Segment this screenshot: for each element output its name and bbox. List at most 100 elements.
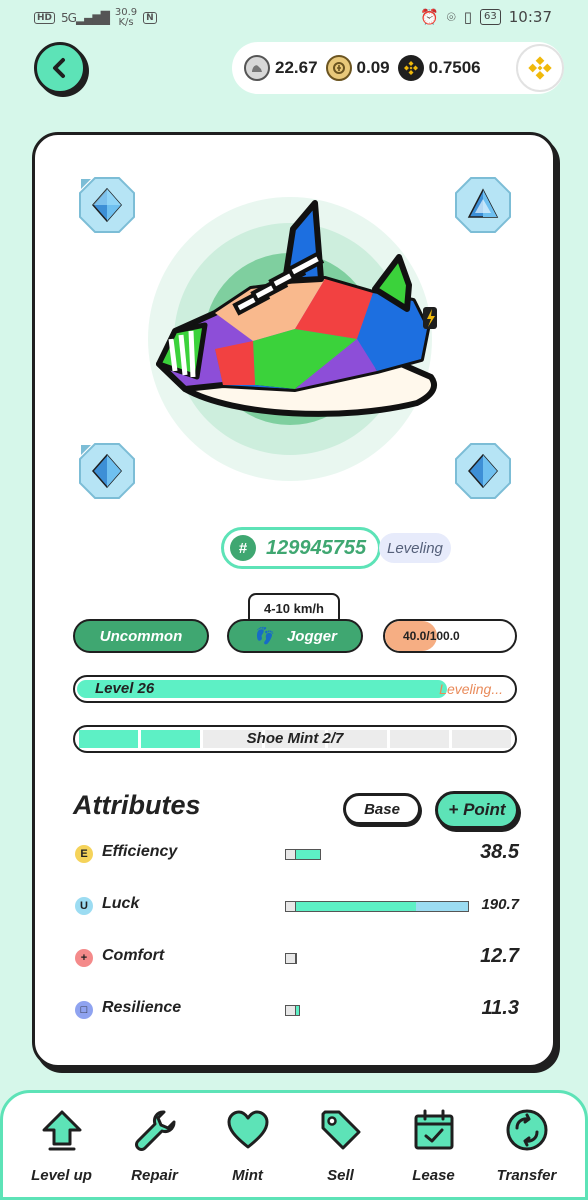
network-speed: 30.9 K/s: [115, 8, 137, 28]
gem-slot-resilience[interactable]: [453, 441, 513, 501]
attribute-bar-added: [296, 902, 416, 911]
gmt-value: 0.09: [356, 58, 390, 77]
attribute-name: Comfort: [102, 947, 165, 964]
gem-slot-luck[interactable]: [453, 175, 513, 235]
gem-socket-icon: [455, 443, 511, 499]
clock: 10:37: [508, 8, 552, 26]
attribute-value: 38.5: [480, 841, 519, 863]
gst-balance: 22.67: [244, 55, 318, 81]
transfer-icon: [504, 1107, 550, 1153]
gem-socket-icon: [79, 443, 135, 499]
attribute-value: 12.7: [480, 945, 519, 967]
attribute-bar-base: [286, 1006, 296, 1015]
mint-label: Shoe Mint 2/7: [246, 730, 344, 747]
type-badge: 👣 Jogger: [227, 619, 363, 653]
gmt-balance: 0.09: [325, 55, 390, 81]
wallet-bnb-button[interactable]: [516, 44, 564, 92]
luck-icon: U: [75, 897, 93, 915]
status-bar: HD 5G▂▄▆█ 30.9 K/s N ⏰ ⌾ ▯ 63 10:37: [0, 0, 588, 36]
hash-icon: #: [230, 535, 256, 561]
add-point-button[interactable]: + Point: [435, 791, 519, 829]
tag-icon: [318, 1107, 364, 1153]
attribute-bar: [285, 901, 469, 912]
gem-socket-icon: [455, 177, 511, 233]
attribute-value: 11.3: [481, 997, 519, 1019]
type-label: Jogger: [286, 627, 337, 645]
repair-label: Repair: [131, 1167, 178, 1184]
calendar-icon: [411, 1107, 457, 1153]
mint-button[interactable]: Mint: [204, 1107, 292, 1197]
attribute-row-comfort: + Comfort 12.7: [73, 943, 519, 973]
attribute-name: Luck: [102, 895, 140, 912]
attribute-bar: [285, 1005, 300, 1016]
back-button[interactable]: [34, 42, 86, 94]
attributes-title: Attributes: [73, 790, 201, 820]
efficiency-icon: E: [75, 845, 93, 863]
wrench-icon: [132, 1107, 178, 1153]
footprints-icon: 👣: [253, 628, 273, 645]
alarm-icon: ⏰: [420, 8, 439, 26]
attribute-bar: [285, 849, 321, 860]
gst-coin-icon: [244, 55, 270, 81]
sneaker-image: [145, 189, 445, 489]
comfort-icon: +: [75, 949, 93, 967]
signal-icon: 5G▂▄▆█: [61, 11, 110, 25]
attribute-name: Efficiency: [102, 843, 178, 860]
resilience-icon: □: [75, 1001, 93, 1019]
network-type: 5G: [61, 11, 77, 25]
attribute-row-luck: U Luck 190.7: [73, 891, 519, 921]
sneaker-status-badge: Leveling: [379, 533, 451, 563]
chevron-left-icon: [53, 58, 65, 78]
gmt-coin-icon: [325, 55, 352, 81]
lease-button[interactable]: Lease: [390, 1107, 478, 1197]
attribute-name: Resilience: [102, 999, 182, 1016]
wallet-balance[interactable]: 22.67 0.09 0.7506: [232, 42, 564, 94]
quality-label: Uncommon: [99, 627, 183, 645]
quality-badge: Uncommon: [73, 619, 209, 653]
sell-button[interactable]: Sell: [297, 1107, 385, 1197]
attribute-bar-added: [296, 1006, 299, 1015]
bnb-value: 0.7506: [428, 58, 481, 77]
level-status: Leveling...: [439, 681, 503, 697]
level-up-icon: [39, 1107, 85, 1153]
level-progress-bar: Level 26 Leveling...: [73, 675, 517, 703]
attribute-bar-bonus: [416, 902, 468, 911]
speed-range: 4-10 km/h: [248, 593, 340, 621]
gem-slot-efficiency[interactable]: [77, 175, 137, 235]
sneaker-id: 129945755: [266, 536, 367, 559]
durability-value: 40.0/100.0: [403, 629, 460, 643]
transfer-button[interactable]: Transfer: [483, 1107, 571, 1197]
attribute-bar-base: [286, 902, 296, 911]
nfc-icon: N: [143, 12, 157, 24]
durability-bar: 40.0/100.0: [383, 619, 517, 653]
attribute-row-resilience: □ Resilience 11.3: [73, 995, 519, 1025]
level-up-label: Level up: [31, 1167, 92, 1184]
attribute-bar: [285, 953, 297, 964]
attribute-bar-added: [296, 850, 320, 859]
speed-unit: K/s: [118, 17, 134, 28]
repair-button[interactable]: Repair: [111, 1107, 199, 1197]
attribute-bar-base: [286, 850, 296, 859]
location-icon: ⌾: [446, 8, 456, 26]
sneaker-illustration: [148, 197, 437, 481]
hd-indicator: HD: [34, 12, 56, 24]
attribute-bar-base: [286, 954, 296, 963]
level-label: Level 26: [95, 680, 155, 697]
vibrate-icon: ▯: [463, 8, 473, 26]
gem-socket-icon: [79, 177, 135, 233]
mint-label: Mint: [232, 1167, 263, 1184]
mint-progress-bar: Shoe Mint 2/7: [73, 725, 517, 753]
bnb-balance: 0.7506: [397, 55, 481, 81]
bnb-coin-icon: [397, 55, 424, 81]
attribute-value: 190.7: [481, 896, 519, 913]
transfer-label: Transfer: [496, 1167, 557, 1184]
attribute-row-efficiency: E Efficiency 38.5: [73, 839, 519, 869]
bnb-icon: [528, 56, 552, 80]
gem-slot-comfort[interactable]: [77, 441, 137, 501]
sneaker-id-pill[interactable]: # 129945755: [221, 527, 382, 569]
heart-icon: [225, 1107, 271, 1153]
base-button[interactable]: Base: [343, 793, 421, 825]
gst-value: 22.67: [275, 58, 318, 77]
level-up-button[interactable]: Level up: [18, 1107, 106, 1197]
lease-label: Lease: [412, 1167, 455, 1184]
